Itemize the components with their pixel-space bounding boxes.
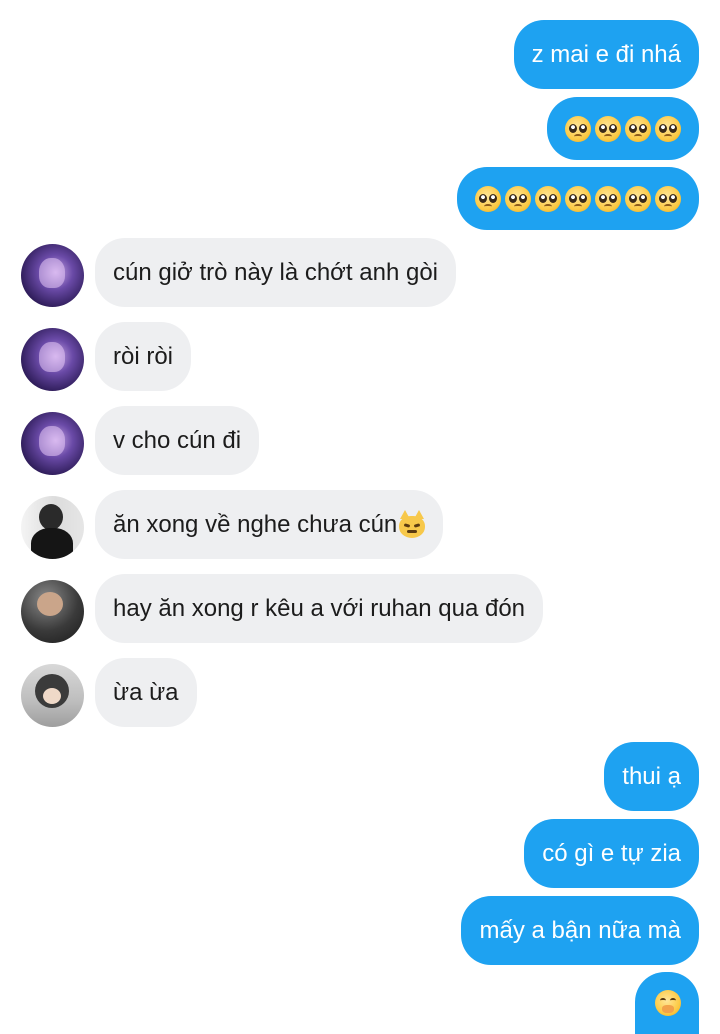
- incoming-message[interactable]: cún giở trò này là chớt anh gòi: [95, 238, 456, 307]
- message-text: v cho cún đi: [113, 426, 242, 454]
- outgoing-message[interactable]: có gì e tự zia: [524, 819, 699, 888]
- message-text: thui ạ: [622, 762, 681, 790]
- outgoing-message[interactable]: mấy a bận nữa mà: [461, 896, 699, 965]
- incoming-message[interactable]: ừa ừa: [95, 658, 197, 727]
- pleading-face-icon: [625, 185, 651, 212]
- message-text: hay ăn xong r kêu a với ruhan qua đón: [113, 594, 526, 622]
- avatar[interactable]: [21, 412, 84, 475]
- pleading-face-icon: [475, 185, 501, 212]
- message-text: mấy a bận nữa mà: [479, 916, 681, 944]
- incoming-message[interactable]: hay ăn xong r kêu a với ruhan qua đón: [95, 574, 544, 643]
- message-text: cún giở trò này là chớt anh gòi: [113, 258, 438, 286]
- incoming-message[interactable]: ròi ròi: [95, 322, 192, 391]
- pleading-face-icon: [655, 115, 681, 142]
- face-with-hand-over-mouth-icon: [655, 990, 681, 1016]
- pleading-face-icon: [595, 185, 621, 212]
- avatar[interactable]: [21, 664, 84, 727]
- pleading-face-icon: [535, 185, 561, 212]
- message-text: ừa ừa: [113, 678, 179, 706]
- outgoing-message[interactable]: thui ạ: [604, 742, 699, 811]
- avatar[interactable]: [21, 580, 84, 643]
- outgoing-message[interactable]: [547, 97, 699, 160]
- pleading-face-icon: [655, 185, 681, 212]
- avatar[interactable]: [21, 496, 84, 559]
- pouting-cat-icon: [399, 509, 426, 538]
- pleading-face-icon: [625, 115, 651, 142]
- outgoing-message[interactable]: [635, 972, 699, 1034]
- pleading-face-icon: [565, 185, 591, 212]
- pleading-face-icon: [505, 185, 531, 212]
- avatar[interactable]: [21, 328, 84, 391]
- emoji-row: [565, 115, 681, 142]
- message-text: ăn xong về nghe chưa cún: [113, 510, 398, 538]
- outgoing-message[interactable]: z mai e đi nhá: [513, 20, 699, 89]
- outgoing-message[interactable]: [457, 167, 699, 230]
- incoming-message[interactable]: v cho cún đi: [95, 406, 260, 475]
- message-text: ròi ròi: [113, 342, 174, 370]
- pleading-face-icon: [565, 115, 591, 142]
- incoming-message[interactable]: ăn xong về nghe chưa cún: [95, 490, 444, 559]
- avatar[interactable]: [21, 244, 84, 307]
- pleading-face-icon: [595, 115, 621, 142]
- message-text: z mai e đi nhá: [531, 40, 681, 68]
- message-text: có gì e tự zia: [542, 839, 681, 867]
- emoji-row: [475, 185, 681, 212]
